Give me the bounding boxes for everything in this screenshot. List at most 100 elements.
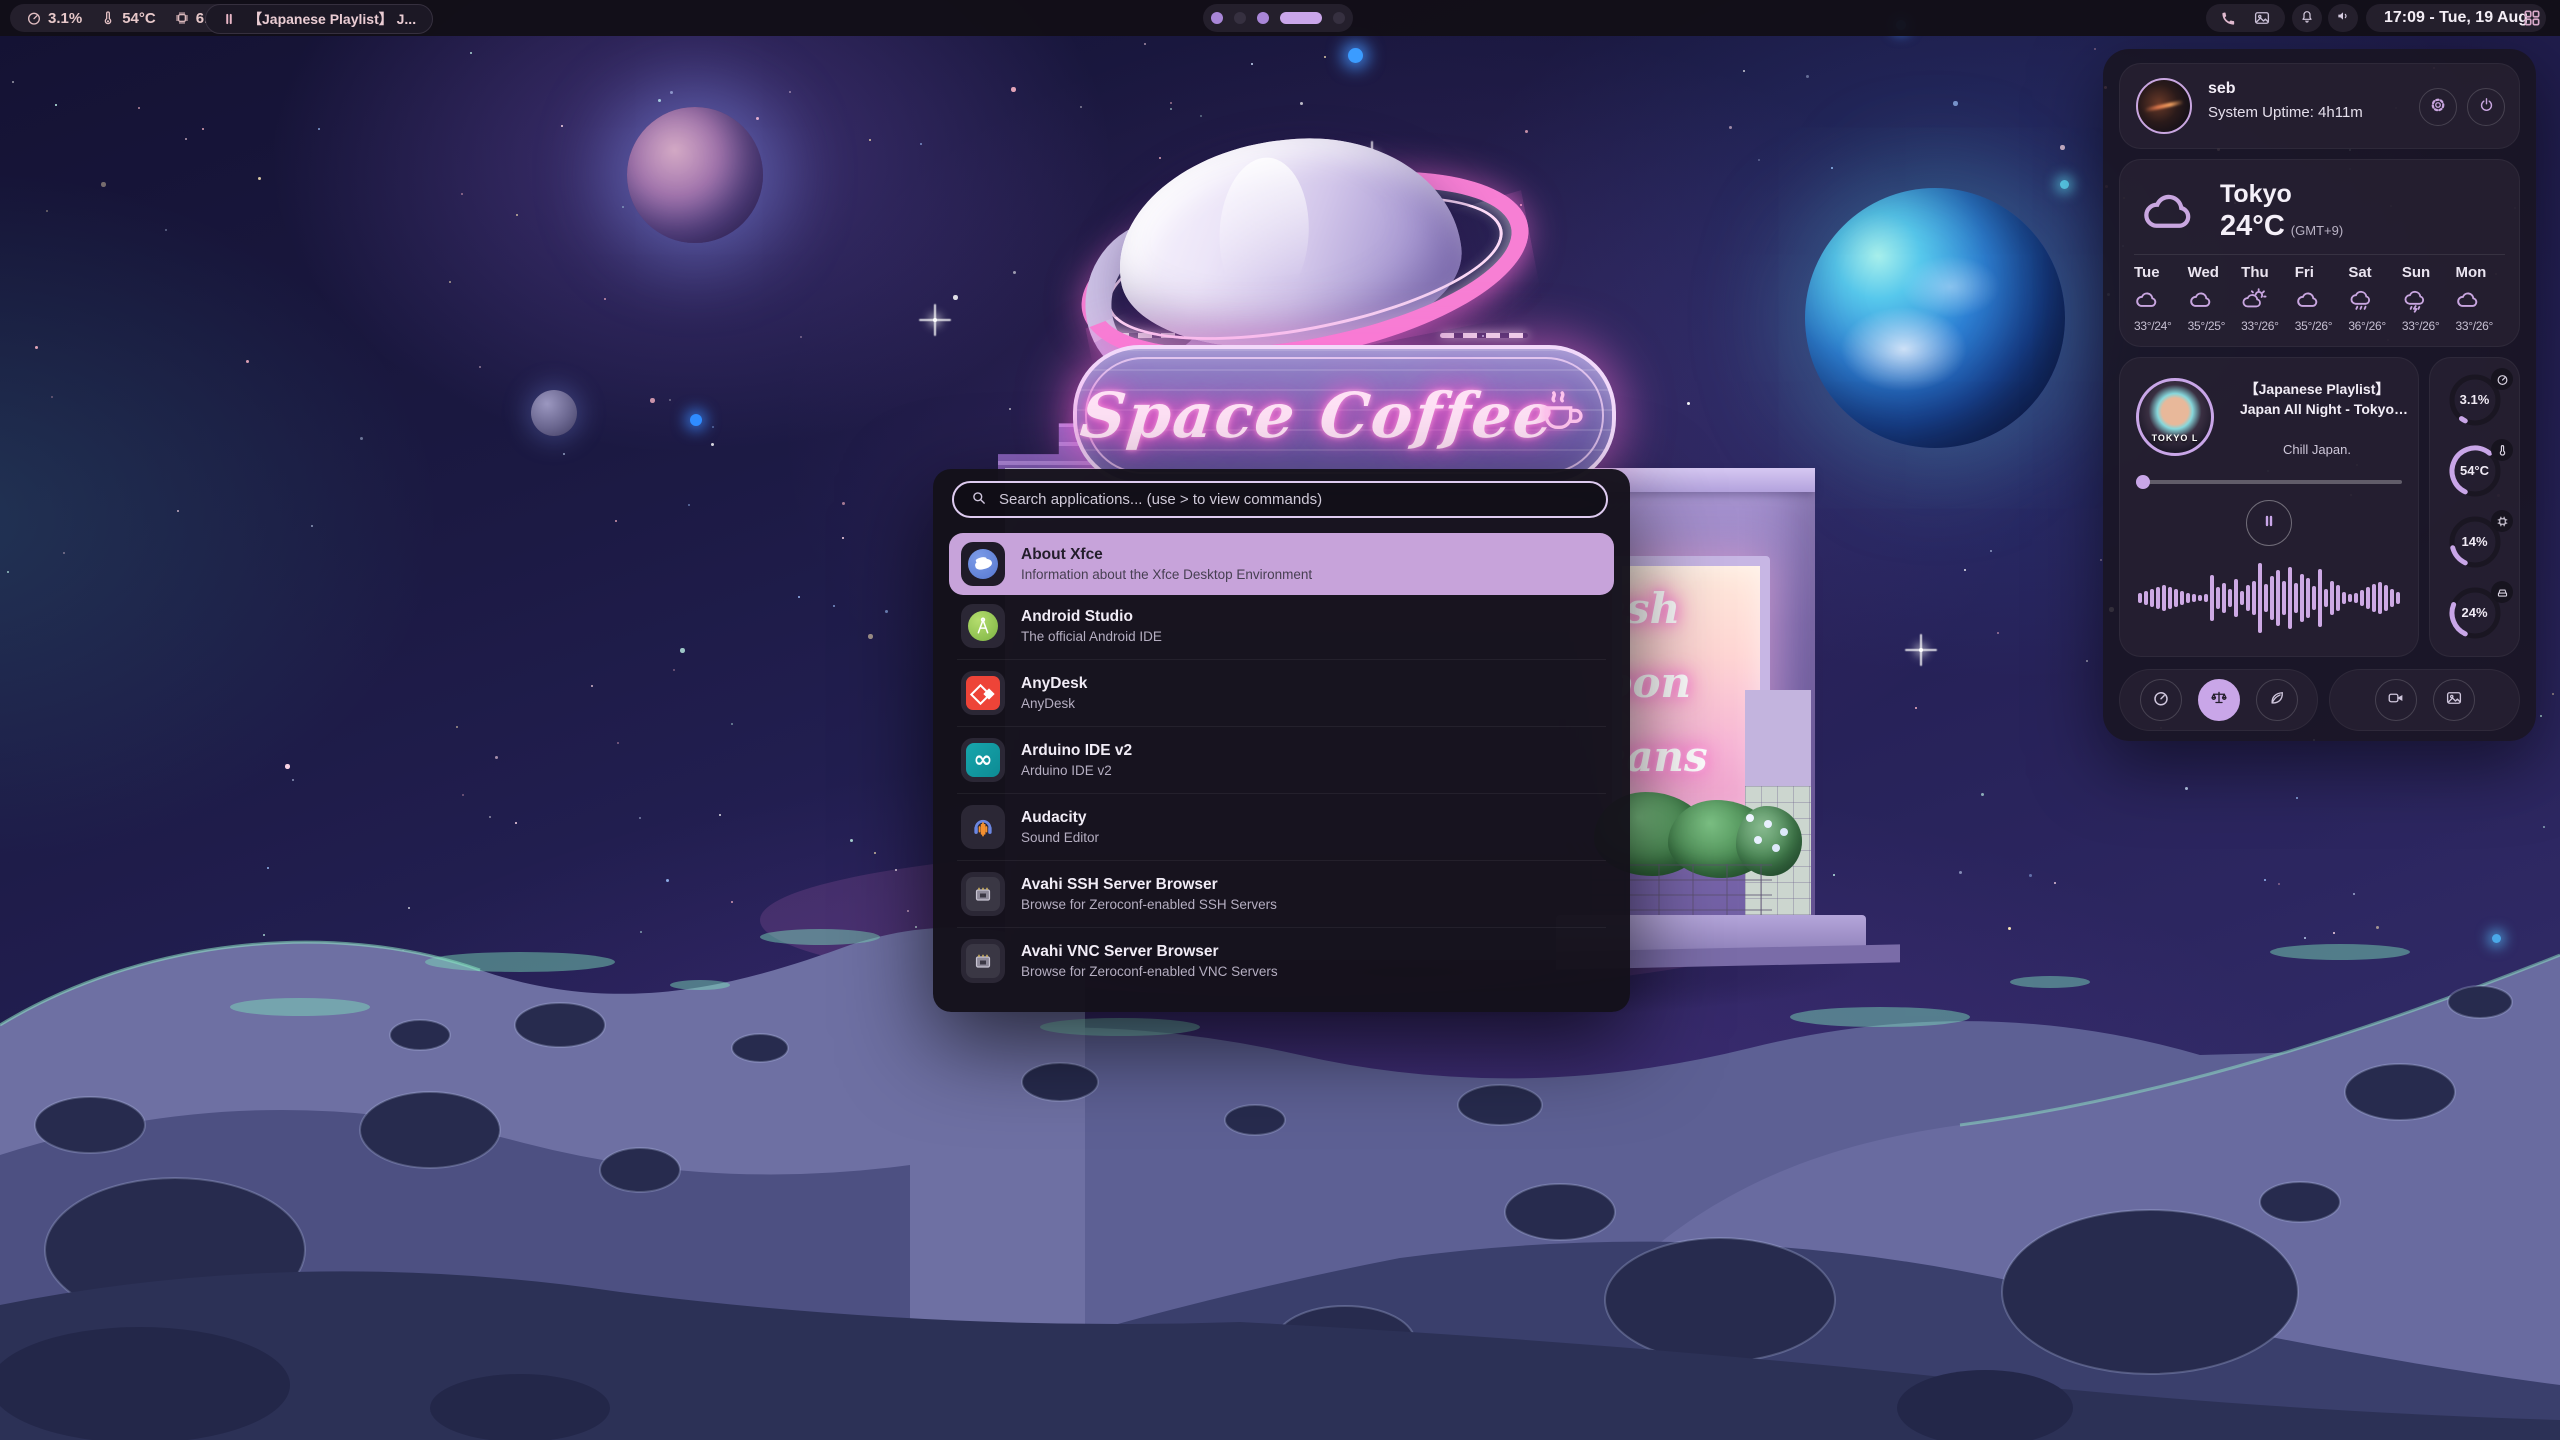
disk-icon <box>2491 581 2513 603</box>
android-studio-icon <box>961 604 1005 648</box>
top-panel: 3.1% 54°C 6.8G 【Japanese Playlist】 J... <box>0 0 2560 36</box>
balanced-toggle[interactable] <box>2198 679 2240 721</box>
audacity-icon <box>961 805 1005 849</box>
screenshot-button[interactable] <box>2433 679 2475 721</box>
sparkle-star <box>1919 648 1923 652</box>
notifications-button[interactable] <box>2292 4 2322 32</box>
app-title: About Xfce <box>1021 545 1312 566</box>
app-row-anydesk[interactable]: AnyDesk AnyDesk <box>949 662 1614 724</box>
list-separator <box>957 726 1606 727</box>
list-separator <box>957 659 1606 660</box>
divider <box>2134 254 2505 255</box>
search-icon <box>970 489 987 511</box>
xfce-logo-icon <box>961 542 1005 586</box>
powersave-toggle[interactable] <box>2256 679 2298 721</box>
leaf-icon <box>2268 689 2286 712</box>
power-icon <box>2478 96 2495 118</box>
temp-stat: 54°C <box>100 10 156 27</box>
app-row-avahi-ssh[interactable]: Avahi SSH Server Browser Browse for Zero… <box>949 863 1614 925</box>
forecast-day: Mon33°/26° <box>2455 264 2509 333</box>
glow-star <box>1348 48 1363 63</box>
dashboard-grid-icon[interactable] <box>2522 8 2542 33</box>
performance-toggle[interactable] <box>2140 679 2182 721</box>
power-button[interactable] <box>2467 88 2505 126</box>
app-desc: AnyDesk <box>1021 695 1087 713</box>
pause-icon <box>2261 513 2277 534</box>
speedometer-icon <box>2491 368 2513 390</box>
window-neon-text: Beans <box>1612 720 1760 794</box>
small-moon <box>531 390 577 436</box>
audio-visualizer <box>2132 554 2406 642</box>
weather-icon <box>2295 286 2321 314</box>
app-title: Android Studio <box>1021 607 1162 628</box>
progress-knob[interactable] <box>2136 475 2150 489</box>
sparkle-star <box>933 318 937 322</box>
forecast-day: Wed35°/25° <box>2188 264 2242 333</box>
track-title: 【Japanese Playlist】 Japan All Night - To… <box>2224 380 2410 419</box>
app-row-android-studio[interactable]: Android Studio The official Android IDE <box>949 595 1614 657</box>
chip-icon <box>2491 510 2513 532</box>
cpu-value: 3.1% <box>48 10 82 27</box>
pause-icon <box>222 12 236 26</box>
weather-icon <box>2188 286 2214 314</box>
workspace-dot-1[interactable] <box>1211 12 1223 24</box>
video-camera-icon <box>2387 689 2405 712</box>
forecast-row: Tue33°/24° Wed35°/25° Thu33°/26° Fri35°/… <box>2134 264 2509 333</box>
weather-city: Tokyo <box>2220 180 2292 209</box>
app-launcher: About Xfce Information about the Xfce De… <box>933 469 1630 1012</box>
app-desc: Browse for Zeroconf-enabled VNC Servers <box>1021 963 1278 981</box>
forecast-day: Fri35°/26° <box>2295 264 2349 333</box>
album-art[interactable]: TOKYO L <box>2136 378 2214 456</box>
app-row-arduino[interactable]: ∞ Arduino IDE v2 Arduino IDE v2 <box>949 729 1614 791</box>
app-title: Avahi VNC Server Browser <box>1021 942 1278 963</box>
purple-planet <box>627 107 763 243</box>
now-playing-pill[interactable]: 【Japanese Playlist】 J... <box>205 4 433 34</box>
app-row-about-xfce[interactable]: About Xfce Information about the Xfce De… <box>949 533 1614 595</box>
speaker-icon <box>2335 8 2351 29</box>
gear-icon <box>2429 96 2447 119</box>
workspace-dot-5[interactable] <box>1333 12 1345 24</box>
temp-value: 24°C <box>2220 210 2285 242</box>
search-input[interactable] <box>997 490 1590 509</box>
mode-toggle-card <box>2119 669 2318 731</box>
forecast-day: Thu33°/26° <box>2241 264 2295 333</box>
workspace-dot-2[interactable] <box>1234 12 1246 24</box>
progress-bar[interactable] <box>2136 480 2402 484</box>
screen-record-button[interactable] <box>2375 679 2417 721</box>
anydesk-icon <box>961 671 1005 715</box>
search-bar[interactable] <box>952 481 1608 518</box>
settings-button[interactable] <box>2419 88 2457 126</box>
scales-icon <box>2210 689 2228 712</box>
forecast-day: Sun33°/26° <box>2402 264 2456 333</box>
list-separator <box>957 927 1606 928</box>
list-separator <box>957 860 1606 861</box>
arduino-icon: ∞ <box>961 738 1005 782</box>
album-art-text: TOKYO L <box>2139 433 2211 443</box>
disk-gauge: 24% <box>2430 577 2519 648</box>
avatar[interactable] <box>2136 78 2192 134</box>
play-pause-button[interactable] <box>2246 500 2292 546</box>
neon-signboard: Space Coffee <box>1073 345 1616 486</box>
network-port-icon <box>961 872 1005 916</box>
clock-pill[interactable]: 17:09 - Tue, 19 Aug <box>2366 4 2546 32</box>
temp-value: 54°C <box>122 10 156 27</box>
app-desc: The official Android IDE <box>1021 628 1162 646</box>
workspace-indicator[interactable] <box>1203 4 1353 32</box>
app-row-avahi-vnc[interactable]: Avahi VNC Server Browser Browse for Zero… <box>949 930 1614 992</box>
weather-card: Tokyo 24°C(GMT+9) Tue33°/24° Wed35°/25° … <box>2119 159 2520 347</box>
app-desc: Information about the Xfce Desktop Envir… <box>1021 566 1312 584</box>
track-subtitle: Chill Japan. <box>2224 442 2410 457</box>
glow-star <box>2060 180 2069 189</box>
media-player-card: TOKYO L 【Japanese Playlist】 Japan All Ni… <box>2119 357 2419 657</box>
phone-icon[interactable] <box>2220 10 2237 27</box>
workspace-dot-4[interactable] <box>1280 12 1322 24</box>
user-card: seb System Uptime: 4h11m <box>2119 63 2520 149</box>
forecast-day: Tue33°/24° <box>2134 264 2188 333</box>
image-icon <box>2445 689 2463 712</box>
app-row-audacity[interactable]: Audacity Sound Editor <box>949 796 1614 858</box>
weather-icon <box>2402 286 2428 314</box>
workspace-dot-3[interactable] <box>1257 12 1269 24</box>
wallpaper-icon[interactable] <box>2253 9 2271 27</box>
glow-star <box>690 414 702 426</box>
volume-button[interactable] <box>2328 4 2358 32</box>
